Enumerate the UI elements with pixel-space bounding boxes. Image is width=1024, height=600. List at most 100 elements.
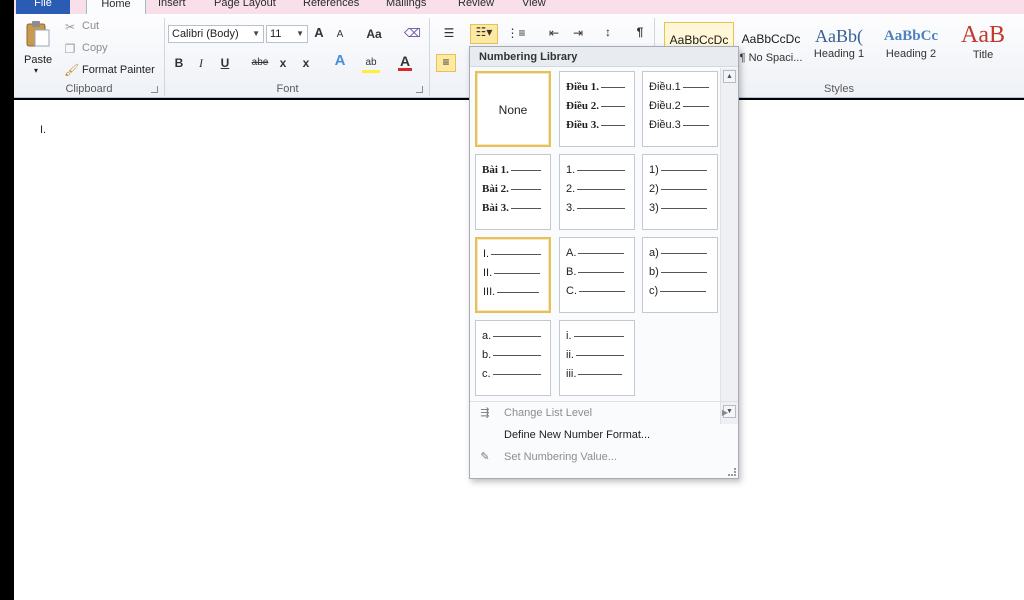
- chevron-down-icon: ▼: [296, 29, 304, 38]
- list-item: B.: [566, 265, 625, 279]
- list-item: Bài 2.: [482, 182, 541, 196]
- list-item: III.: [483, 285, 540, 299]
- numbering-format-roman-lower[interactable]: i. ii. iii.: [559, 320, 635, 396]
- tab-mailings[interactable]: Mailings: [386, 0, 426, 14]
- font-launcher-icon[interactable]: [416, 86, 423, 93]
- list-item: Điều.2: [649, 99, 709, 113]
- highlight-button[interactable]: ab: [362, 56, 380, 73]
- tab-home[interactable]: Home: [86, 0, 146, 14]
- tab-view[interactable]: View: [522, 0, 546, 14]
- shrink-font-button[interactable]: A: [334, 28, 346, 42]
- style-title[interactable]: AaB Title: [950, 22, 1016, 78]
- increase-indent-button[interactable]: ⇥: [570, 26, 586, 40]
- format-painter-button[interactable]: Format Painter: [82, 64, 155, 76]
- copy-icon: ❐: [64, 42, 76, 56]
- show-hide-button[interactable]: ¶: [634, 25, 646, 39]
- strikethrough-button[interactable]: abe: [250, 56, 270, 70]
- numbering-format-dieu-dot[interactable]: Điều 1. Điều 2. Điều 3.: [559, 71, 635, 147]
- bullets-button[interactable]: ☰: [440, 26, 458, 40]
- scissors-icon: ✂: [64, 20, 76, 34]
- style-no-spacing[interactable]: AaBbCcDc ¶ No Spaci...: [738, 22, 804, 78]
- tab-references[interactable]: References: [303, 0, 359, 14]
- superscript-button[interactable]: x: [299, 56, 313, 70]
- numbering-format-alpha-lower-dot[interactable]: a. b. c.: [475, 320, 551, 396]
- tab-file[interactable]: File: [16, 0, 70, 14]
- define-new-number-format-item[interactable]: Define New Number Format...: [470, 424, 738, 446]
- font-group-label: Font: [276, 83, 299, 95]
- clear-formatting-icon[interactable]: ⌫: [404, 26, 421, 40]
- change-list-level-item[interactable]: ⇶ Change List Level ▶: [470, 402, 738, 424]
- tab-insert[interactable]: Insert: [158, 0, 186, 14]
- set-value-label: Set Numbering Value...: [504, 451, 617, 463]
- library-scrollbar[interactable]: ▲ ▼: [720, 68, 738, 424]
- style-name: Heading 1: [813, 48, 865, 60]
- format-painter-icon: 🖌: [64, 63, 80, 77]
- group-divider: [429, 18, 430, 96]
- bold-button[interactable]: B: [172, 56, 186, 70]
- sort-button[interactable]: ↕: [600, 25, 616, 39]
- list-bullet: I.: [40, 124, 47, 136]
- font-size-combo[interactable]: 11 ▼: [266, 25, 308, 43]
- list-item: C.: [566, 284, 625, 298]
- style-sample: AaBbCcDc: [741, 32, 801, 46]
- font-color-button[interactable]: A: [398, 54, 412, 71]
- list-item: Điều 1.: [566, 80, 625, 94]
- numbering-format-roman-upper[interactable]: I. II. III.: [475, 237, 551, 313]
- font-name-value: Calibri (Body): [172, 28, 239, 40]
- numbering-value-icon: ✎: [480, 451, 490, 463]
- clipboard-launcher-icon[interactable]: [151, 86, 158, 93]
- list-item: Bài 3.: [482, 201, 541, 215]
- numbering-button[interactable]: ☷▾: [470, 24, 498, 44]
- change-list-level-label: Change List Level: [504, 407, 593, 419]
- list-item: II.: [483, 266, 541, 280]
- scroll-up-icon[interactable]: ▲: [723, 70, 736, 83]
- grow-font-button[interactable]: A: [312, 26, 326, 40]
- list-item: c.: [482, 367, 541, 381]
- italic-button[interactable]: I: [194, 56, 208, 70]
- multilevel-list-button[interactable]: ⋮≡: [506, 26, 526, 40]
- cut-button[interactable]: Cut: [82, 20, 99, 32]
- list-item: b): [649, 265, 707, 279]
- list-item: b.: [482, 348, 542, 362]
- numbering-format-none[interactable]: None: [475, 71, 551, 147]
- numbering-library-dropdown: Numbering Library None Điều 1. Điều 2. Đ…: [469, 46, 739, 479]
- list-level-icon: ⇶: [480, 407, 490, 419]
- paste-button[interactable]: Paste: [24, 54, 52, 66]
- style-heading-1[interactable]: AaBb( Heading 1: [808, 22, 870, 78]
- tab-review[interactable]: Review: [458, 0, 494, 14]
- list-item: c): [649, 284, 707, 298]
- style-sample: AaBbCc: [883, 28, 939, 44]
- list-item: 3): [649, 201, 707, 215]
- numbering-format-alpha-upper[interactable]: A. B. C.: [559, 237, 635, 313]
- decrease-indent-button[interactable]: ⇤: [546, 26, 562, 40]
- list-item: Điều.1: [649, 80, 709, 94]
- font-size-value: 11: [270, 28, 282, 40]
- style-sample: AaBb(: [815, 26, 863, 46]
- text-effects-button[interactable]: A: [332, 53, 348, 68]
- style-heading-2[interactable]: AaBbCc Heading 2: [878, 22, 944, 78]
- numbering-format-arabic-paren[interactable]: 1) 2) 3): [642, 154, 718, 230]
- numbering-format-alpha-lower-paren[interactable]: a) b) c): [642, 237, 718, 313]
- chevron-right-icon: ▶: [721, 408, 728, 417]
- none-label: None: [498, 103, 528, 117]
- list-item: i.: [566, 329, 624, 343]
- tab-page-layout[interactable]: Page Layout: [214, 0, 276, 14]
- numbering-format-arabic-dot[interactable]: 1. 2. 3.: [559, 154, 635, 230]
- paste-dropdown-arrow[interactable]: ▾: [34, 66, 38, 75]
- list-item: 1.: [566, 163, 626, 177]
- underline-button[interactable]: U: [218, 56, 232, 70]
- chevron-down-icon: ▼: [252, 29, 260, 38]
- font-name-combo[interactable]: Calibri (Body) ▼: [168, 25, 264, 43]
- set-numbering-value-item[interactable]: ✎ Set Numbering Value...: [470, 446, 738, 468]
- paste-icon[interactable]: [24, 20, 52, 48]
- list-item: I.: [483, 247, 542, 261]
- numbering-format-dieu-point[interactable]: Điều.1 Điều.2 Điều.3: [642, 71, 718, 147]
- resize-grip-icon[interactable]: [728, 468, 736, 476]
- list-item: 2): [649, 182, 707, 196]
- numbering-format-bai[interactable]: Bài 1. Bài 2. Bài 3.: [475, 154, 551, 230]
- copy-button[interactable]: Copy: [82, 42, 108, 54]
- list-item: 3.: [566, 201, 626, 215]
- align-left-button[interactable]: ≡: [436, 54, 456, 72]
- subscript-button[interactable]: x: [276, 56, 290, 70]
- change-case-button[interactable]: Aa: [364, 27, 384, 41]
